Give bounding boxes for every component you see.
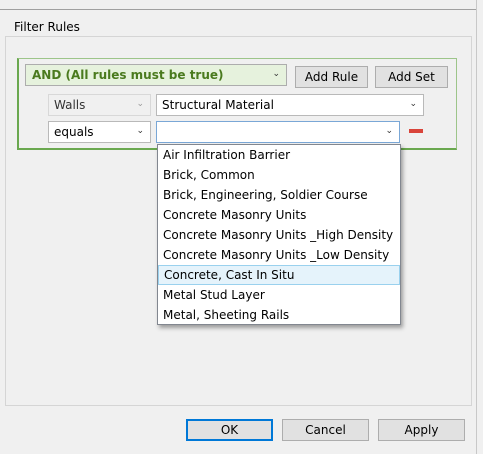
- apply-button[interactable]: Apply: [378, 419, 465, 441]
- dropdown-option[interactable]: Metal Stud Layer: [158, 285, 400, 305]
- dropdown-option[interactable]: Concrete Masonry Units _Low Density: [158, 245, 400, 265]
- remove-rule-icon[interactable]: [409, 129, 423, 133]
- parameter-select[interactable]: Structural Material ⌄: [156, 94, 424, 116]
- chevron-down-icon: ⌄: [409, 99, 417, 109]
- value-select[interactable]: ⌄: [156, 121, 400, 143]
- dropdown-option[interactable]: Concrete, Cast In Situ: [158, 265, 400, 285]
- window-right-edge: [476, 0, 483, 454]
- value-dropdown-list: Air Infiltration Barrier Brick, Common Bri…: [157, 144, 401, 325]
- chevron-down-icon: ⌄: [136, 126, 144, 136]
- filter-rules-title: Filter Rules: [11, 20, 83, 34]
- dropdown-option[interactable]: Concrete Masonry Units _High Density: [158, 225, 400, 245]
- dropdown-option[interactable]: Air Infiltration Barrier: [158, 145, 400, 165]
- parameter-value: Structural Material: [162, 98, 274, 112]
- category-select[interactable]: Walls ⌄: [48, 94, 151, 116]
- chevron-down-icon: ⌄: [385, 126, 393, 136]
- dropdown-option[interactable]: Brick, Engineering, Soldier Course: [158, 185, 400, 205]
- logic-operator-dropdown[interactable]: AND (All rules must be true) ⌄: [25, 64, 287, 86]
- window-top-edge: [0, 0, 478, 10]
- operator-value: equals: [54, 125, 94, 139]
- add-rule-button[interactable]: Add Rule: [295, 66, 368, 88]
- cancel-button[interactable]: Cancel: [282, 419, 369, 441]
- dropdown-option[interactable]: Concrete Masonry Units: [158, 205, 400, 225]
- operator-select[interactable]: equals ⌄: [48, 121, 151, 143]
- dropdown-option[interactable]: Metal, Sheeting Rails: [158, 305, 400, 325]
- dropdown-option[interactable]: Brick, Common: [158, 165, 400, 185]
- logic-operator-label: AND (All rules must be true): [32, 68, 224, 82]
- chevron-down-icon: ⌄: [272, 69, 280, 79]
- add-set-button[interactable]: Add Set: [375, 66, 448, 88]
- chevron-down-icon: ⌄: [136, 99, 144, 109]
- ok-button[interactable]: OK: [186, 419, 273, 441]
- category-value: Walls: [54, 98, 86, 112]
